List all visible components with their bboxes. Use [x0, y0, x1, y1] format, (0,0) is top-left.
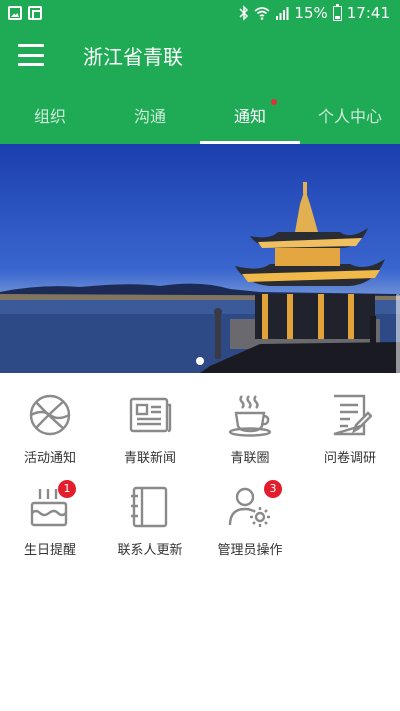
image-notification-icon [8, 6, 22, 20]
tab-organization[interactable]: 组织 [0, 88, 100, 144]
status-bar: 15% 17:41 [0, 0, 400, 28]
app-title: 浙江省青联 [83, 45, 183, 69]
grid-item-label: 问卷调研 [323, 451, 376, 466]
battery-percentage: 15% [294, 4, 328, 22]
unread-dot [271, 99, 277, 105]
tab-notifications[interactable]: 通知 [200, 88, 300, 144]
flipboard-notification-icon [28, 6, 42, 20]
banner-carousel[interactable] [0, 144, 400, 373]
notification-icons [8, 6, 42, 20]
birthday-badge: 1 [58, 480, 76, 498]
grid-item-contact-update[interactable]: 联系人更新 [100, 465, 200, 558]
address-book-icon [128, 485, 172, 529]
tab-notifications-label: 通知 [233, 107, 266, 126]
system-status: 15% 17:41 [239, 3, 390, 22]
banner-image [0, 182, 400, 373]
grid-item-birthday-reminder[interactable]: 1 生日提醒 [0, 465, 100, 558]
newspaper-icon [128, 393, 172, 437]
wifi-icon [254, 6, 270, 20]
admin-badge: 3 [264, 480, 282, 498]
coffee-cup-icon [228, 393, 272, 437]
basketball-icon [28, 393, 72, 437]
tab-bar: 组织 沟通 通知 个人中心 [0, 88, 400, 144]
grid-item-youth-news[interactable]: 青联新闻 [100, 373, 200, 466]
clock: 17:41 [346, 4, 390, 22]
tab-personal-center[interactable]: 个人中心 [300, 88, 400, 144]
grid-item-label: 活动通知 [23, 451, 76, 466]
bluetooth-icon [239, 5, 249, 21]
grid-item-label: 青联圈 [230, 451, 270, 466]
survey-icon [328, 393, 373, 437]
grid-item-label: 青联新闻 [123, 451, 176, 466]
grid-item-activity-notice[interactable]: 活动通知 [0, 373, 100, 466]
app-bar: 浙江省青联 [0, 28, 400, 88]
grid-item-label: 生日提醒 [23, 543, 76, 558]
grid-item-label: 管理员操作 [217, 543, 283, 558]
carousel-dot-active[interactable] [196, 357, 204, 365]
hamburger-menu-icon[interactable] [18, 44, 44, 66]
tab-communication[interactable]: 沟通 [100, 88, 200, 144]
battery-icon [332, 3, 342, 21]
grid-item-admin-actions[interactable]: 3 管理员操作 [200, 465, 300, 558]
grid-item-youth-circle[interactable]: 青联圈 [200, 373, 300, 466]
signal-icon [275, 6, 289, 20]
grid-item-label: 联系人更新 [117, 543, 183, 558]
grid-item-survey[interactable]: 问卷调研 [300, 373, 400, 466]
carousel-indicator [0, 357, 400, 365]
function-grid: 活动通知 青联新闻 青联圈 问卷调研 1 生日提醒 联系人更新 3 管理员操作 [0, 373, 400, 558]
